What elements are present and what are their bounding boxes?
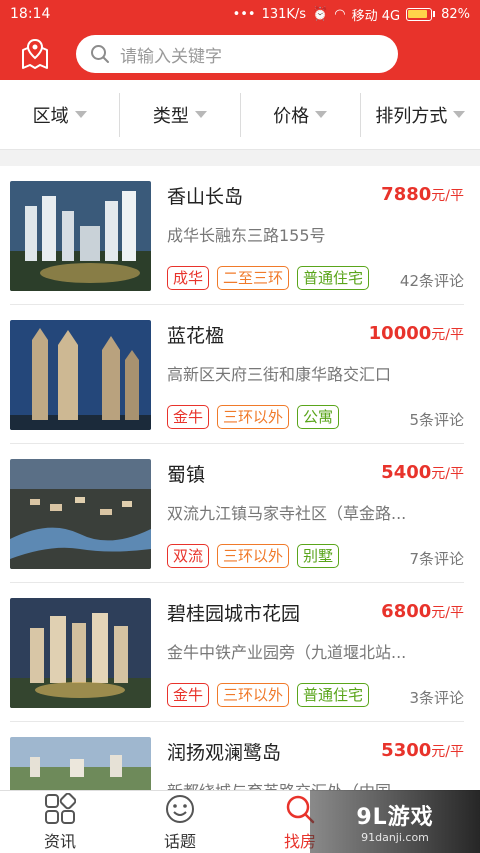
property-price: 5300元/平 [381,740,464,761]
tag-type: 普通住宅 [297,266,370,290]
property-name: 蜀镇 [167,464,206,486]
property-name: 润扬观澜鹭岛 [167,742,282,764]
list-item[interactable]: 香山长岛 7880元/平 成华长融东三路155号 成华 二至三环 普通住宅 42… [10,166,464,305]
property-name: 碧桂园城市花园 [167,603,301,625]
nav-news[interactable]: 资讯 [0,791,120,853]
filter-bar: 区域 类型 价格 排列方式 [0,80,480,150]
tag-district: 金牛 [167,683,210,707]
top-header: 请输入关键字 [0,28,480,80]
search-icon [91,45,109,63]
tag-district: 金牛 [167,405,210,429]
battery-percent: 82% [441,6,470,22]
property-name: 蓝花楹 [167,325,225,347]
grid-icon [45,792,76,824]
property-price: 6800元/平 [381,601,464,622]
property-address: 新都绕城与育英路交汇处（中国... [167,778,467,790]
tag-ring: 三环以外 [217,683,290,707]
tag-district: 双流 [167,544,210,568]
search-input[interactable]: 请输入关键字 [76,35,398,73]
property-price: 5400元/平 [381,462,464,483]
property-address: 成华长融东三路155号 [167,226,326,245]
list-item[interactable]: 蓝花楹 10000元/平 高新区天府三街和康华路交汇口 金牛 三环以外 公寓 5… [10,305,464,444]
status-bar: 18:14 ••• 131K/s ⏰ ◠ 移动 4G 82% [0,0,480,28]
tag-district: 成华 [167,266,210,290]
tag-ring: 三环以外 [217,544,290,568]
wifi-icon: ◠ [334,6,346,22]
map-button[interactable] [12,34,58,74]
map-location-icon [22,38,48,69]
tag-ring: 二至三环 [217,266,290,290]
filter-sort[interactable]: 排列方式 [361,93,480,137]
property-photo [10,737,151,790]
nav-topics[interactable]: 话题 [120,791,240,853]
tag-ring: 三环以外 [217,405,290,429]
property-photo [10,181,151,291]
dropdown-caret-icon [315,111,328,118]
more-dots-icon: ••• [232,6,256,22]
property-address: 金牛中铁产业园旁（九道堰北站... [167,643,407,662]
property-price: 10000元/平 [368,323,464,344]
dropdown-caret-icon [453,111,466,118]
alarm-icon: ⏰ [312,6,329,22]
property-address: 双流九江镇马家寺社区（草金路... [167,504,407,523]
comment-count: 42条评论 [399,272,464,290]
battery-icon [406,7,433,21]
nav-label: 话题 [163,831,196,851]
dropdown-caret-icon [74,111,87,118]
property-photo [10,320,151,430]
dropdown-caret-icon [194,111,207,118]
property-price: 7880元/平 [381,184,464,205]
property-address: 高新区天府三街和康华路交汇口 [167,365,392,384]
list-item[interactable]: 润扬观澜鹭岛 5300元/平 新都绕城与育英路交汇处（中国... [10,722,464,790]
tag-type: 普通住宅 [297,683,370,707]
nav-label: 资讯 [43,831,76,851]
list-item[interactable]: 蜀镇 5400元/平 双流九江镇马家寺社区（草金路... 双流 三环以外 别墅 … [10,444,464,583]
watermark-logo: 9L游戏 91danji.com [310,790,480,853]
property-photo [10,459,151,569]
filter-region[interactable]: 区域 [0,92,121,137]
property-tags: 成华 二至三环 普通住宅 [167,266,370,290]
status-time: 18:14 [10,6,51,22]
search-placeholder: 请输入关键字 [120,46,222,67]
comment-count: 3条评论 [409,689,464,707]
filter-price[interactable]: 价格 [241,92,361,137]
network-speed: 131K/s [261,6,307,22]
property-tags: 金牛 三环以外 普通住宅 [167,683,370,707]
filter-type[interactable]: 类型 [120,92,241,137]
property-list: 香山长岛 7880元/平 成华长融东三路155号 成华 二至三环 普通住宅 42… [0,166,480,790]
property-photo [10,598,151,708]
carrier-label: 移动 4G [351,8,401,24]
property-tags: 金牛 三环以外 公寓 [167,405,340,429]
smiley-icon [166,794,194,823]
property-name: 香山长岛 [167,186,244,208]
tag-type: 公寓 [297,405,340,429]
comment-count: 5条评论 [409,411,464,429]
tag-type: 别墅 [297,544,340,568]
list-item[interactable]: 碧桂园城市花园 6800元/平 金牛中铁产业园旁（九道堰北站... 金牛 三环以… [10,583,464,722]
property-tags: 双流 三环以外 别墅 [167,544,340,568]
comment-count: 7条评论 [409,550,464,568]
